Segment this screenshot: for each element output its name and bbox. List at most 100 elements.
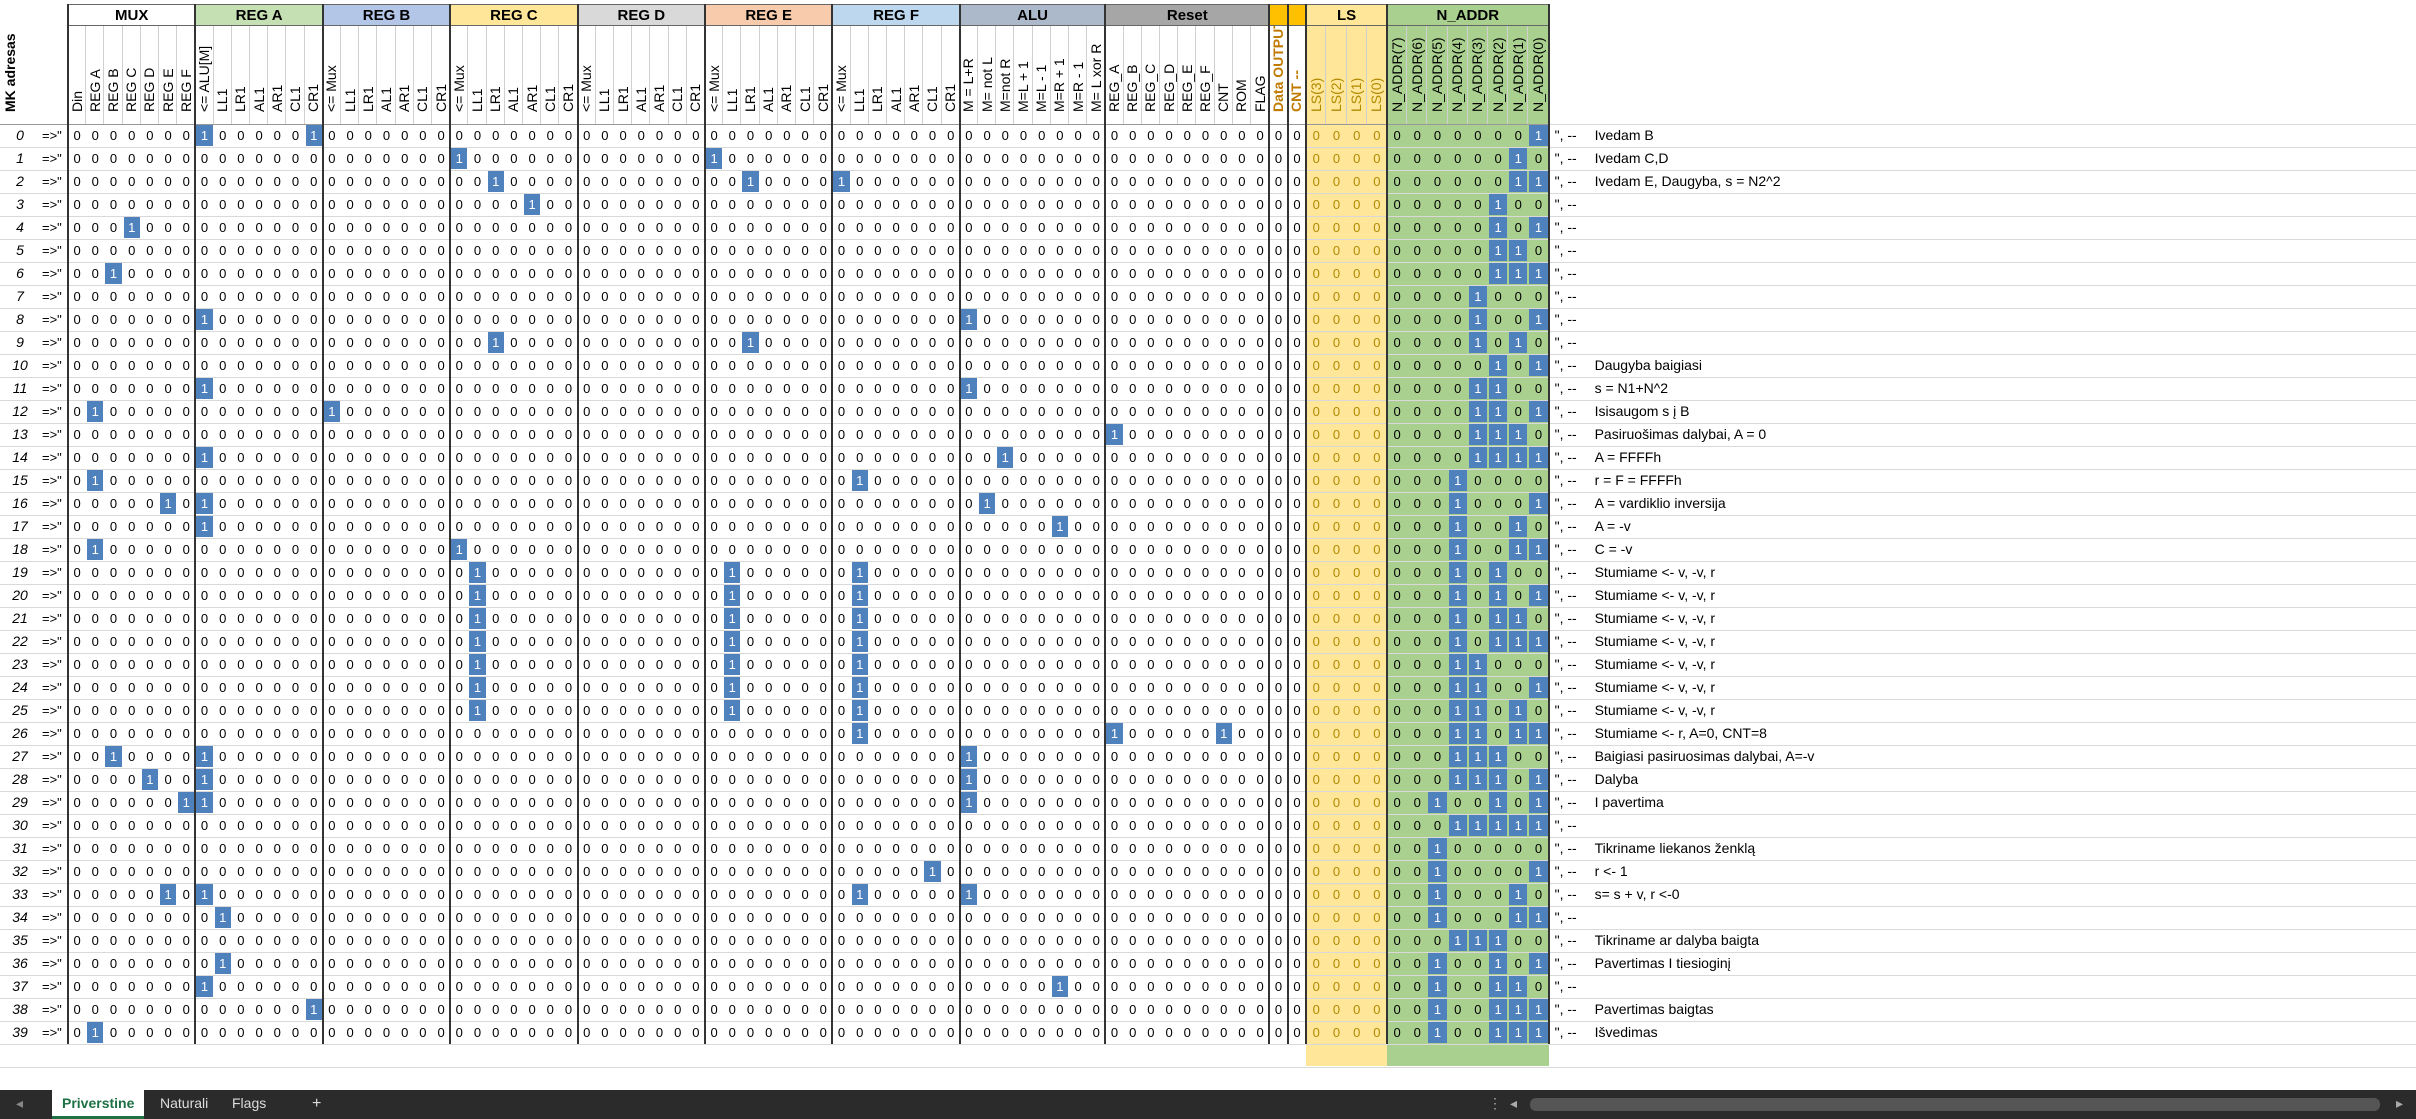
cell[interactable]: 0 <box>1289 999 1306 1020</box>
column-header[interactable]: M= L xor R <box>1087 26 1106 124</box>
cell[interactable]: 0 <box>1234 746 1250 767</box>
cell[interactable]: 0 <box>633 217 649 238</box>
cell[interactable]: 0 <box>597 171 613 192</box>
cell[interactable]: 0 <box>160 838 176 859</box>
cell[interactable]: 0 <box>360 930 376 951</box>
column-header[interactable]: M=R + 1 <box>1051 26 1069 124</box>
cell[interactable]: 0 <box>160 585 176 606</box>
cell[interactable]: 0 <box>1106 930 1122 951</box>
cell[interactable]: 0 <box>251 148 267 169</box>
cell[interactable]: 0 <box>1106 470 1122 491</box>
cell[interactable]: 0 <box>1125 240 1141 261</box>
cell[interactable]: 0 <box>1088 539 1104 560</box>
cell[interactable]: 0 <box>979 286 995 307</box>
cell[interactable]: 0 <box>1070 194 1086 215</box>
cell[interactable]: 0 <box>1179 447 1195 468</box>
cell[interactable]: 0 <box>961 539 977 560</box>
cell[interactable]: 0 <box>469 125 485 146</box>
cell[interactable]: 0 <box>324 907 340 928</box>
cell[interactable]: 0 <box>979 999 995 1020</box>
spreadsheet-grid[interactable]: MUX REG A REG B REG C REG D REG E REG F ALU Rese… <box>0 0 2416 1090</box>
cell[interactable]: 0 <box>160 769 176 790</box>
cell[interactable]: 0 <box>1327 309 1345 330</box>
row-comment[interactable]: Stumiame <- v, -v, r <box>1595 607 1715 630</box>
cell[interactable]: 0 <box>360 516 376 537</box>
cell[interactable]: 0 <box>269 125 285 146</box>
cell[interactable]: 0 <box>997 700 1013 721</box>
cell[interactable]: 0 <box>1388 539 1406 560</box>
cell[interactable]: 0 <box>178 309 194 330</box>
cell[interactable]: 0 <box>597 378 613 399</box>
cell[interactable]: 0 <box>87 700 103 721</box>
cell[interactable]: 0 <box>1015 355 1031 376</box>
cell[interactable]: 0 <box>1179 884 1195 905</box>
cell[interactable]: 1 <box>1489 424 1508 445</box>
row-address[interactable]: 15 <box>0 469 40 492</box>
cell[interactable]: 1 <box>1509 148 1528 169</box>
cell[interactable]: 0 <box>451 447 467 468</box>
cell[interactable]: 0 <box>397 332 413 353</box>
cell[interactable]: 0 <box>833 447 849 468</box>
cell[interactable]: 0 <box>997 309 1013 330</box>
cell[interactable]: 0 <box>451 194 467 215</box>
cell[interactable]: 0 <box>1270 332 1287 353</box>
cell[interactable]: 0 <box>579 677 595 698</box>
cell[interactable]: 0 <box>1270 631 1287 652</box>
cell[interactable]: 0 <box>1368 976 1386 997</box>
cell[interactable]: 0 <box>1197 493 1213 514</box>
cell[interactable]: 0 <box>1125 378 1141 399</box>
cell[interactable]: 0 <box>1015 654 1031 675</box>
cell[interactable]: 0 <box>378 194 394 215</box>
column-header[interactable]: REG A <box>86 26 105 124</box>
cell[interactable]: 0 <box>324 838 340 859</box>
cell[interactable]: 0 <box>797 240 813 261</box>
cell[interactable]: 0 <box>469 1022 485 1043</box>
cell[interactable]: 0 <box>251 999 267 1020</box>
column-header[interactable]: REG C <box>123 26 141 124</box>
cell[interactable]: 0 <box>124 861 140 882</box>
cell[interactable]: 0 <box>961 493 977 514</box>
cell[interactable]: 0 <box>724 815 740 836</box>
cell[interactable]: 0 <box>124 355 140 376</box>
cell[interactable]: 0 <box>397 263 413 284</box>
cell[interactable]: 0 <box>1052 861 1068 882</box>
cell[interactable]: 0 <box>178 516 194 537</box>
column-header[interactable]: AR1 <box>396 26 414 124</box>
row-separator[interactable]: ", -- <box>1555 1021 1577 1044</box>
cell[interactable]: 0 <box>1348 401 1366 422</box>
cell[interactable]: 0 <box>1489 861 1507 882</box>
cell[interactable]: 0 <box>451 240 467 261</box>
cell[interactable]: 0 <box>1216 677 1232 698</box>
cell[interactable]: 0 <box>1489 309 1507 330</box>
cell[interactable]: 0 <box>469 516 485 537</box>
cell[interactable]: 0 <box>1289 608 1306 629</box>
cell[interactable]: 1 <box>1489 930 1508 951</box>
cell[interactable]: 0 <box>797 171 813 192</box>
cell[interactable]: 0 <box>233 769 249 790</box>
cell[interactable]: 0 <box>1034 240 1050 261</box>
cell[interactable]: 0 <box>651 217 667 238</box>
cell[interactable]: 0 <box>1161 332 1177 353</box>
cell[interactable]: 0 <box>706 631 722 652</box>
cell[interactable]: 0 <box>1216 401 1232 422</box>
cell[interactable]: 0 <box>706 286 722 307</box>
cell[interactable]: 0 <box>670 723 686 744</box>
cell[interactable]: 0 <box>506 976 522 997</box>
cell[interactable]: 0 <box>597 746 613 767</box>
cell[interactable]: 0 <box>306 263 322 284</box>
cell[interactable]: 0 <box>1529 654 1547 675</box>
cell[interactable]: 0 <box>397 723 413 744</box>
cell[interactable]: 0 <box>651 815 667 836</box>
cell[interactable]: 0 <box>979 171 995 192</box>
cell[interactable]: 0 <box>888 953 904 974</box>
cell[interactable]: 0 <box>742 378 758 399</box>
cell[interactable]: 0 <box>69 723 85 744</box>
cell[interactable]: 0 <box>1088 723 1104 744</box>
cell[interactable]: 0 <box>1234 654 1250 675</box>
cell[interactable]: 0 <box>433 838 449 859</box>
cell[interactable]: 0 <box>160 194 176 215</box>
cell[interactable]: 1 <box>851 470 868 491</box>
cell[interactable]: 0 <box>69 608 85 629</box>
cell[interactable]: 0 <box>997 470 1013 491</box>
cell[interactable]: 0 <box>1428 286 1446 307</box>
